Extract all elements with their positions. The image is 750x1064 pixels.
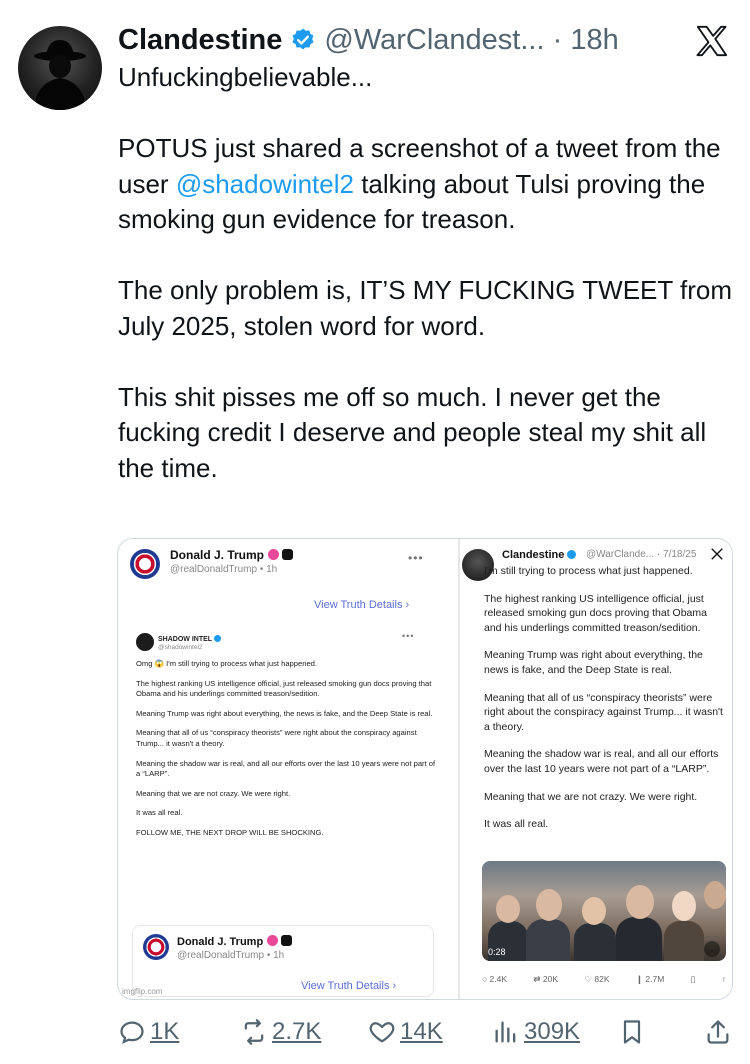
volume-icon [704, 941, 720, 957]
shadow-intel-name: SHADOW INTEL [158, 635, 221, 643]
watermark: imgflip.com [122, 987, 163, 996]
x-logo-icon[interactable] [694, 24, 730, 58]
more-dots-icon: ••• [408, 551, 424, 565]
reply-icon [120, 1021, 144, 1044]
trump-avatar [130, 549, 160, 579]
views-button[interactable]: 309K [492, 1014, 580, 1050]
bookmark-icon: ▯ [690, 973, 696, 984]
mini-reply-count: ○ 2.4K [482, 974, 508, 984]
shadow-intel-post: SHADOW INTEL @shadowintel2 ••• Omg 😱 I'm… [132, 625, 444, 925]
repost-count: 2.7K [272, 1018, 322, 1045]
tweet-media-image[interactable]: Donald J. Trump @realDonaldTrump • 1h ••… [117, 538, 733, 1000]
views-count: 309K [524, 1018, 581, 1045]
truth-social-screenshot: Donald J. Trump @realDonaldTrump • 1h ••… [118, 539, 458, 999]
clandestine-text: I'm still trying to process what just ha… [484, 565, 723, 831]
trump-name: Donald J. Trump [177, 935, 293, 948]
plus-badge-icon [282, 549, 294, 560]
shadow-intel-handle: @shadowintel2 [158, 644, 203, 651]
video-duration: 0:28 [488, 947, 506, 957]
like-count: 14K [400, 1018, 443, 1045]
trump-handle: @realDonaldTrump • 1h [170, 564, 278, 575]
tweet-line-1: Unfuckingbelievable... [118, 62, 373, 92]
bookmark-button[interactable] [618, 1014, 650, 1050]
tweet-paragraph-2: POTUS just shared a screenshot of a twee… [118, 133, 721, 234]
mini-like-count: ♡ 82K [584, 973, 610, 984]
repost-icon: ⇄ [533, 973, 541, 984]
like-button[interactable]: 14K [368, 1014, 443, 1050]
shadow-intel-avatar [136, 633, 154, 651]
view-truth-details-link: View Truth Details › [314, 599, 410, 611]
share-icon: ↑ [721, 974, 726, 984]
reply-icon: ○ [482, 974, 488, 984]
crowd-video-thumbnail: 0:28 [482, 861, 726, 961]
verified-badge-icon [268, 549, 280, 560]
verified-badge-icon [567, 550, 577, 559]
mini-action-bar: ○ 2.4K ⇄ 20K ♡ 82K ❙ 2.7M ▯ ↑ [482, 971, 726, 987]
heart-icon: ♡ [584, 973, 593, 984]
more-dots-icon: ••• [402, 631, 415, 641]
reply-count: 1K [150, 1018, 180, 1045]
author-avatar[interactable] [18, 26, 102, 110]
mention-link[interactable]: @shadowintel2 [176, 169, 354, 199]
trump-name: Donald J. Trump [170, 548, 294, 562]
quoted-truth-card: Donald J. Trump @realDonaldTrump • 1h Vi… [132, 925, 434, 997]
reply-button[interactable]: 1K [118, 1014, 179, 1050]
verified-badge-icon [292, 28, 314, 50]
trump-handle: @realDonaldTrump • 1h [177, 950, 285, 961]
views-chart-icon [495, 1021, 516, 1043]
tweet-action-bar: 1K 2.7K 14K 309K [118, 1014, 738, 1050]
x-logo-icon [711, 548, 723, 560]
tweet-body: Unfuckingbelievable... POTUS just shared… [118, 60, 738, 486]
plus-badge-icon [281, 935, 293, 946]
original-tweet-screenshot: Clandestine @WarClande... · 7/18/25 I'm … [460, 539, 732, 999]
heart-icon [369, 1022, 395, 1043]
verified-badge-icon [213, 635, 221, 642]
spy-silhouette-icon [34, 40, 86, 110]
trump-avatar [143, 934, 169, 960]
views-icon: ❙ [635, 973, 644, 984]
author-name[interactable]: Clandestine [118, 24, 282, 57]
separator-dot: · [544, 23, 571, 56]
mini-view-count: ❙ 2.7M [635, 973, 665, 984]
clandestine-handle: @WarClande... · 7/18/25 [586, 549, 697, 560]
tweet-paragraph-3: The only problem is, IT’S MY FUCKING TWE… [118, 275, 733, 341]
verified-badge-icon [267, 935, 279, 946]
bookmark-icon [623, 1020, 641, 1044]
clandestine-name: Clandestine [502, 549, 577, 561]
mini-repost-count: ⇄ 20K [533, 973, 559, 984]
repost-icon [244, 1019, 264, 1045]
repost-button[interactable]: 2.7K [240, 1014, 321, 1050]
view-truth-details-link: View Truth Details › [301, 980, 397, 992]
tweet-paragraph-4: This shit pisses me off so much. I never… [118, 381, 707, 483]
share-icon [707, 1020, 729, 1044]
tweet-header: Clandestine @WarClandest... · 18h [118, 22, 660, 58]
author-handle[interactable]: @WarClandest... [324, 24, 544, 57]
tweet-time[interactable]: 18h [570, 24, 618, 57]
shadow-intel-text: Omg 😱 I'm still trying to process what j… [136, 659, 436, 837]
share-button[interactable] [704, 1014, 736, 1050]
